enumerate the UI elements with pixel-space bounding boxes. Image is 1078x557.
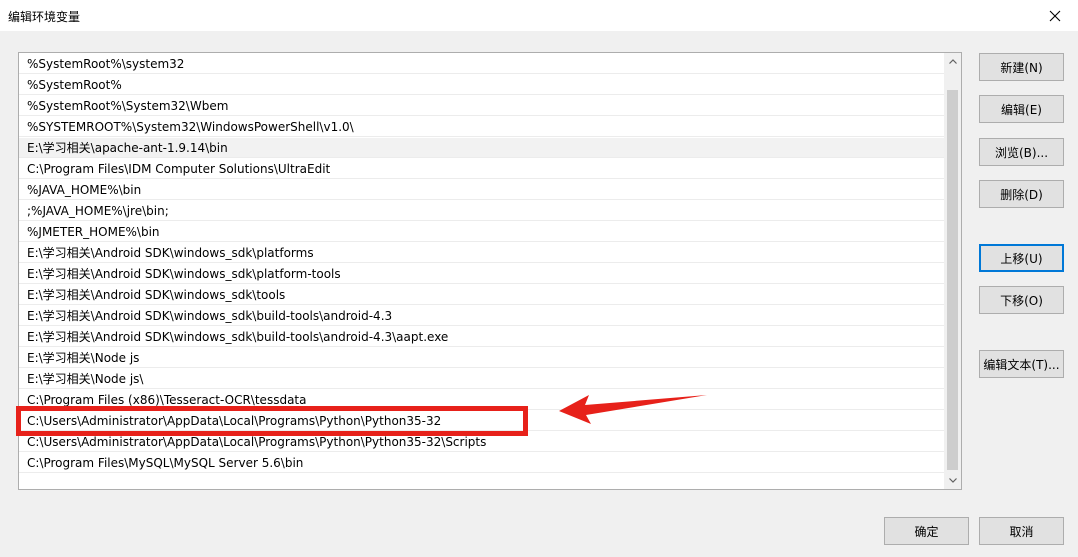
ok-button[interactable]: 确定 [884,517,969,545]
list-item[interactable]: C:\Users\Administrator\AppData\Local\Pro… [19,411,946,431]
path-list-rows: %SystemRoot%\system32 %SystemRoot% %System… [19,54,946,474]
window-title: 编辑环境变量 [8,10,81,24]
list-item[interactable]: E:\学习相关\Node js\ [19,369,946,389]
vertical-scrollbar[interactable] [944,53,961,489]
list-item[interactable]: E:\学习相关\Android SDK\windows_sdk\tools [19,285,946,305]
chevron-up-icon [948,59,957,64]
scroll-down-button[interactable] [944,472,961,489]
close-button[interactable] [1032,0,1078,31]
move-down-button[interactable]: 下移(O) [979,286,1064,314]
edit-text-button[interactable]: 编辑文本(T)... [979,350,1064,378]
list-item[interactable]: %JAVA_HOME%\bin [19,180,946,200]
browse-button[interactable]: 浏览(B)... [979,138,1064,166]
edit-button[interactable]: 编辑(E) [979,95,1064,123]
list-item[interactable]: E:\学习相关\Node js [19,348,946,368]
list-item[interactable]: C:\Users\Administrator\AppData\Local\Pro… [19,432,946,452]
list-item[interactable]: %SystemRoot%\System32\Wbem [19,96,946,116]
list-item[interactable]: E:\学习相关\Android SDK\windows_sdk\platform… [19,243,946,263]
scroll-thumb[interactable] [947,90,958,470]
list-item[interactable]: %JMETER_HOME%\bin [19,222,946,242]
list-item[interactable]: E:\学习相关\Android SDK\windows_sdk\build-to… [19,306,946,326]
cancel-button[interactable]: 取消 [979,517,1064,545]
list-item[interactable]: E:\学习相关\apache-ant-1.9.14\bin [19,138,946,158]
list-item[interactable]: C:\Program Files\MySQL\MySQL Server 5.6\… [19,453,946,473]
list-item[interactable]: %SystemRoot%\system32 [19,54,946,74]
delete-button[interactable]: 删除(D) [979,180,1064,208]
list-item[interactable]: E:\学习相关\Android SDK\windows_sdk\build-to… [19,327,946,347]
list-item[interactable]: ;%JAVA_HOME%\jre\bin; [19,201,946,221]
list-item[interactable]: %SYSTEMROOT%\System32\WindowsPowerShell\… [19,117,946,137]
scroll-up-button[interactable] [944,53,961,70]
title-bar: 编辑环境变量 [0,0,1078,31]
move-up-button[interactable]: 上移(U) [979,244,1064,272]
path-list[interactable]: %SystemRoot%\system32 %SystemRoot% %System… [18,52,962,490]
list-item[interactable]: C:\Program Files (x86)\Tesseract-OCR\tes… [19,390,946,410]
list-item[interactable]: %SystemRoot% [19,75,946,95]
new-button[interactable]: 新建(N) [979,53,1064,81]
close-icon [1049,10,1061,21]
list-item[interactable]: C:\Program Files\IDM Computer Solutions\… [19,159,946,179]
list-item[interactable]: E:\学习相关\Android SDK\windows_sdk\platform… [19,264,946,284]
chevron-down-icon [948,478,957,483]
